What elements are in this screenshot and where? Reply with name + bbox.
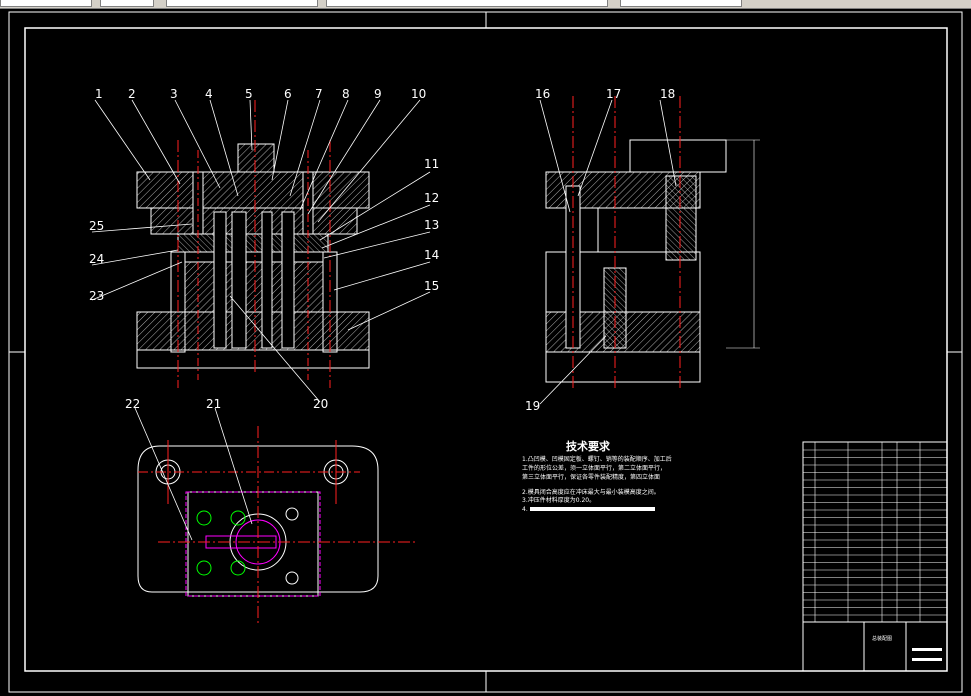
tech-req-line: 4. (522, 506, 528, 513)
part-number-label: 22 (125, 397, 140, 411)
sheet-border (8, 11, 963, 693)
part-number-label: 14 (424, 248, 439, 262)
part-number-label: 23 (89, 289, 104, 303)
part-number-label: 25 (89, 219, 104, 233)
toolbar-box[interactable] (326, 0, 608, 7)
main-section-view (136, 100, 370, 388)
tech-req-line: 工件的形位公差，须一立体面平行，第二立体面平行， (522, 464, 666, 472)
part-number-label: 20 (313, 397, 328, 411)
leader-lines-plan (134, 407, 253, 541)
part-number-label: 13 (424, 218, 439, 232)
part-number-label: 5 (245, 87, 253, 101)
title-block: 总装配图 (802, 441, 948, 672)
drawing-name: 总装配图 (872, 635, 892, 642)
tech-req-line: 3.冲压件材料厚度为0.20。 (522, 496, 595, 504)
side-view (545, 96, 760, 390)
tech-req-line: 1.凸凹模、凹模固定板、螺钉、销等的装配顺序、加工后 (522, 455, 672, 463)
part-number-label: 24 (89, 252, 104, 266)
part-number-label: 8 (342, 87, 350, 101)
part-number-label: 3 (170, 87, 178, 101)
part-number-label: 18 (660, 87, 675, 101)
toolbar-box[interactable] (0, 0, 92, 7)
part-number-label: 7 (315, 87, 323, 101)
part-number-label: 16 (535, 87, 550, 101)
part-number-label: 6 (284, 87, 292, 101)
part-number-label: 12 (424, 191, 439, 205)
part-number-label: 17 (606, 87, 621, 101)
part-number-label: 21 (206, 397, 221, 411)
tech-req-line: 第三立体面平行，保证各零件装配精度，第四立体面 (522, 473, 660, 481)
part-number-label: 2 (128, 87, 136, 101)
plan-view (137, 426, 418, 626)
toolbar-box[interactable] (620, 0, 742, 7)
part-number-label: 15 (424, 279, 439, 293)
toolbar-box[interactable] (100, 0, 154, 7)
toolbar-box[interactable] (166, 0, 318, 7)
part-number-label: 9 (374, 87, 382, 101)
tech-req-title: 技术要求 (566, 439, 611, 453)
tech-requirements: 技术要求 1.凸凹模、凹模固定板、螺钉、销等的装配顺序、加工后 工件的形位公差，… (522, 439, 672, 513)
drawing-canvas[interactable]: 1 2 3 4 5 6 7 8 9 10 11 12 13 14 15 16 1… (0, 8, 971, 696)
tech-req-line: 2.模具闭合高度应在冲床最大与最小装模高度之间。 (522, 488, 660, 496)
part-number-label: 1 (95, 87, 103, 101)
part-number-label: 19 (525, 399, 540, 413)
part-number-label: 11 (424, 157, 439, 171)
part-number-label: 4 (205, 87, 213, 101)
part-number-label: 10 (411, 87, 426, 101)
